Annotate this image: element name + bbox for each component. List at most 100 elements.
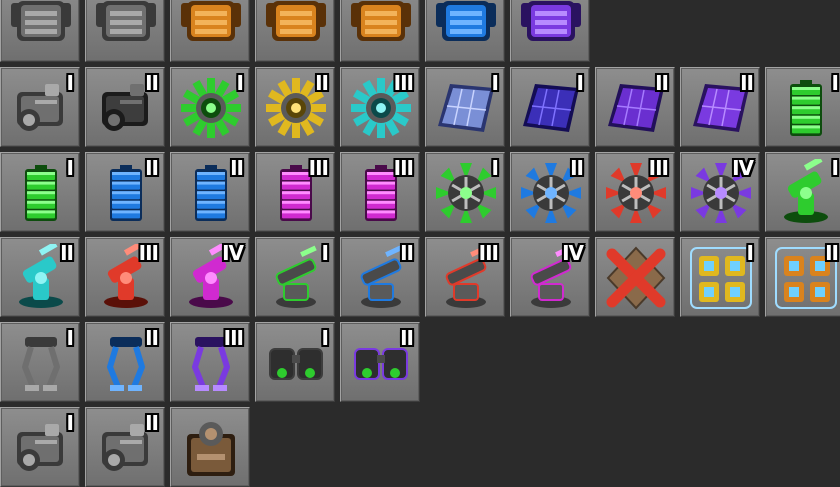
equipment-slot[interactable]: IV [680,152,760,232]
equipment-slot[interactable]: III [170,322,250,402]
equipment-slot[interactable]: III [595,152,675,232]
tier-label: II [60,241,74,265]
equipment-slot[interactable]: IV [510,237,590,317]
tier-label: II [570,156,584,180]
equipment-slot[interactable]: II [255,67,335,147]
equipment-slot[interactable] [340,0,420,62]
tier-label: II [145,411,159,435]
equipment-slot[interactable]: III [340,67,420,147]
tier-label: I [491,156,500,180]
equipment-slot[interactable]: II [680,67,760,147]
equipment-slot[interactable] [425,0,505,62]
equipment-slot[interactable]: I [0,407,80,487]
armor-plate-icon [96,1,156,41]
tier-label: II [145,156,159,180]
equipment-slot[interactable]: II [85,67,165,147]
tier-label: I [491,71,500,95]
tier-label: I [236,71,245,95]
equipment-slot[interactable]: I [255,322,335,402]
equipment-slot[interactable] [85,0,165,62]
battery-icon [790,80,822,136]
tier-label: II [740,71,754,95]
tier-label: II [825,241,839,265]
tier-label: III [478,241,499,265]
equipment-slot[interactable]: II [170,152,250,232]
equipment-slot[interactable]: II [0,237,80,317]
robot-swarm-icon [690,247,752,309]
battery-icon [25,165,57,221]
night-vision-icon [269,348,323,380]
tier-label: III [223,326,244,350]
equipment-slot[interactable]: I [510,67,590,147]
equipment-slot[interactable]: I [425,67,505,147]
equipment-slot[interactable]: II [340,322,420,402]
equipment-slot[interactable]: I [680,237,760,317]
armor-plate-icon [436,1,496,41]
tier-label: I [831,156,840,180]
equipment-slot[interactable]: I [0,152,80,232]
tier-label: IV [222,241,244,265]
equipment-slot[interactable] [170,407,250,487]
tier-label: II [145,326,159,350]
equipment-slot[interactable]: I [765,152,840,232]
equipment-slot[interactable]: II [85,407,165,487]
tier-label: IV [732,156,754,180]
armor-plate-icon [351,1,411,41]
tier-label: II [400,326,414,350]
armor-plate-icon [11,1,71,41]
solar-panel-icon [523,84,579,132]
tier-label: I [66,71,75,95]
equipment-slot[interactable]: III [255,152,335,232]
equipment-slot[interactable]: III [340,152,420,232]
tier-label: II [315,71,329,95]
equipment-slot[interactable] [255,0,335,62]
tier-label: I [321,326,330,350]
tier-label: III [648,156,669,180]
equipment-slot[interactable] [595,237,675,317]
equipment-slot[interactable]: II [765,237,840,317]
tier-label: II [230,156,244,180]
tier-label: III [308,156,329,180]
tier-label: I [831,71,840,95]
equipment-slot[interactable] [510,0,590,62]
tier-label: II [400,241,414,265]
armor-plate-icon [521,1,581,41]
equipment-slot[interactable]: I [425,152,505,232]
tier-label: I [576,71,585,95]
tier-label: III [393,156,414,180]
equipment-slot[interactable] [170,0,250,62]
armor-plate-icon [181,1,241,41]
equipment-slot[interactable]: III [425,237,505,317]
tier-label: II [655,71,669,95]
equipment-slot[interactable]: I [765,67,840,147]
equipment-slot[interactable]: II [85,152,165,232]
equipment-slot[interactable]: I [0,322,80,402]
equipment-slot[interactable]: I [170,67,250,147]
equipment-slot[interactable] [0,0,80,62]
energy-shield-icon [181,78,241,138]
tier-label: I [66,156,75,180]
exoskeleton-icon [436,163,496,223]
laser-turret-icon [275,245,317,308]
equipment-slot[interactable]: II [340,237,420,317]
equipment-slot[interactable]: I [0,67,80,147]
equipment-slot[interactable]: II [595,67,675,147]
tier-label: IV [562,241,584,265]
solar-panel-icon [438,84,494,132]
equipment-slot[interactable]: II [85,322,165,402]
equipment-slot[interactable]: I [255,237,335,317]
tier-label: I [746,241,755,265]
turret-icon [784,159,828,223]
equipment-slot[interactable]: II [510,152,590,232]
engine-icon [17,84,63,131]
equipment-slot[interactable]: IV [170,237,250,317]
disabled-x-icon [606,246,666,310]
equipment-slot[interactable]: III [85,237,165,317]
tier-label: I [321,241,330,265]
tier-label: III [393,71,414,95]
legs-icon [22,337,60,391]
tier-label: III [138,241,159,265]
tier-label: I [66,411,75,435]
armor-plate-icon [266,1,326,41]
tier-label: I [66,326,75,350]
